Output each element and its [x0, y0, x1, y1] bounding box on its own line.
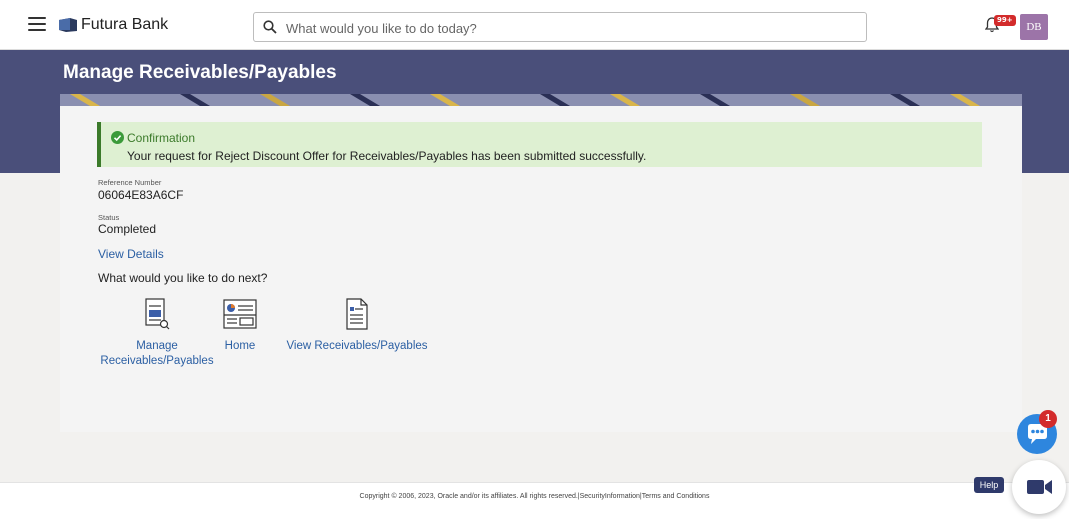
check-circle-icon	[111, 131, 124, 144]
brand-name: Futura Bank	[81, 16, 169, 33]
manage-receivables-label-line2: Receivables/Payables	[100, 355, 214, 367]
status-label: Status	[98, 213, 120, 222]
home-action[interactable]: Home	[210, 297, 270, 354]
manage-receivables-payables-action[interactable]: Manage Receivables/Payables	[92, 297, 222, 369]
video-camera-icon	[1027, 480, 1052, 494]
reference-number-value: 06064E83A6CF	[98, 188, 184, 202]
view-receivables-label: View Receivables/Payables	[286, 340, 428, 352]
chat-notification-badge: 1	[1039, 410, 1057, 428]
search-input[interactable]	[284, 17, 848, 39]
copyright-text: Copyright © 2006, 2023, Oracle and/or it…	[359, 493, 710, 500]
document-search-icon	[145, 298, 170, 330]
dashboard-icon	[223, 299, 257, 329]
search-icon	[263, 20, 277, 34]
reference-number-label: Reference Number	[98, 178, 162, 187]
page-title: Manage Receivables/Payables	[63, 62, 337, 83]
manage-receivables-label-line1: Manage	[136, 340, 178, 352]
footer: Copyright © 2006, 2023, Oracle and/or it…	[0, 482, 1069, 519]
status-value: Completed	[98, 222, 157, 236]
view-receivables-payables-action[interactable]: View Receivables/Payables	[282, 297, 432, 354]
home-label: Home	[224, 340, 256, 352]
confirmation-banner: Confirmation Your request for Reject Dis…	[97, 122, 982, 167]
avatar[interactable]: DB	[1020, 14, 1048, 40]
confirmation-title: Confirmation	[127, 131, 196, 145]
help-button[interactable]: Help	[974, 477, 1004, 493]
view-details-link[interactable]: View Details	[98, 247, 164, 261]
next-steps-question: What would you like to do next?	[98, 271, 268, 285]
document-list-icon	[346, 298, 368, 330]
hamburger-menu-icon[interactable]	[28, 17, 46, 31]
confirmation-message: Your request for Reject Discount Offer f…	[127, 149, 647, 163]
search-bar[interactable]	[253, 12, 867, 42]
video-call-button[interactable]	[1012, 460, 1066, 514]
bank-logo-icon	[59, 18, 77, 32]
banner-pattern	[60, 94, 1022, 106]
top-bar: Futura Bank 99+ DB	[0, 0, 1069, 50]
notification-count-badge: 99+	[994, 15, 1016, 26]
